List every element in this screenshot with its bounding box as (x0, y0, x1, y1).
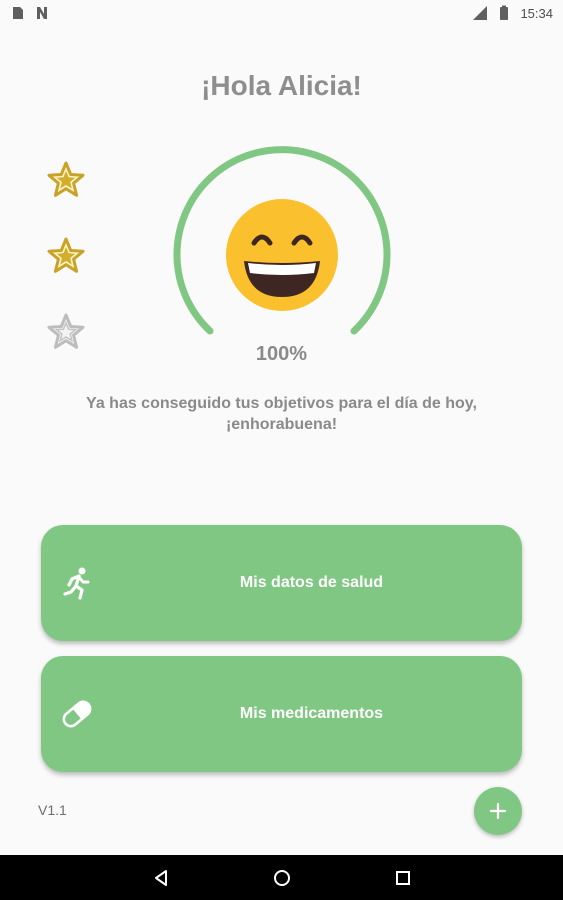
status-left-icons (10, 5, 50, 21)
star-filled-icon (46, 160, 86, 200)
system-nav-bar (0, 855, 563, 900)
medications-label: Mis medicamentos (239, 705, 384, 722)
goal-message: Ya has conseguido tus objetivos para el … (40, 393, 523, 435)
health-data-button[interactable]: Mis datos de salud (41, 525, 522, 641)
home-icon (273, 869, 290, 886)
progress-percent: 100% (255, 343, 308, 365)
running-person-icon (59, 565, 95, 601)
signal-icon (472, 5, 488, 21)
notification-n-icon (34, 5, 50, 21)
sim-card-icon (10, 5, 26, 21)
nav-back-button[interactable] (149, 866, 173, 890)
back-icon (154, 869, 167, 886)
clock: 15:34 (520, 5, 553, 21)
nav-home-button[interactable] (270, 866, 294, 890)
progress-gauge (170, 145, 394, 345)
star-filled-icon (46, 236, 86, 276)
pill-icon (59, 696, 95, 732)
status-right-icons: 15:34 (472, 5, 553, 21)
medications-button[interactable]: Mis medicamentos (41, 656, 522, 772)
greeting-title: ¡Hola Alicia! (201, 70, 362, 101)
plus-icon (489, 802, 507, 820)
app-version: V1.1 (38, 802, 67, 818)
battery-icon (496, 5, 512, 21)
recents-icon (395, 870, 410, 885)
grinning-face-icon (226, 199, 338, 311)
status-bar: 15:34 (0, 0, 563, 26)
goal-message-line1: Ya has conseguido tus objetivos para el … (86, 395, 477, 412)
goal-message-line2: ¡enhorabuena! (225, 416, 338, 433)
add-button[interactable] (474, 787, 522, 835)
nav-recents-button[interactable] (391, 866, 415, 890)
health-data-label: Mis datos de salud (239, 574, 384, 591)
